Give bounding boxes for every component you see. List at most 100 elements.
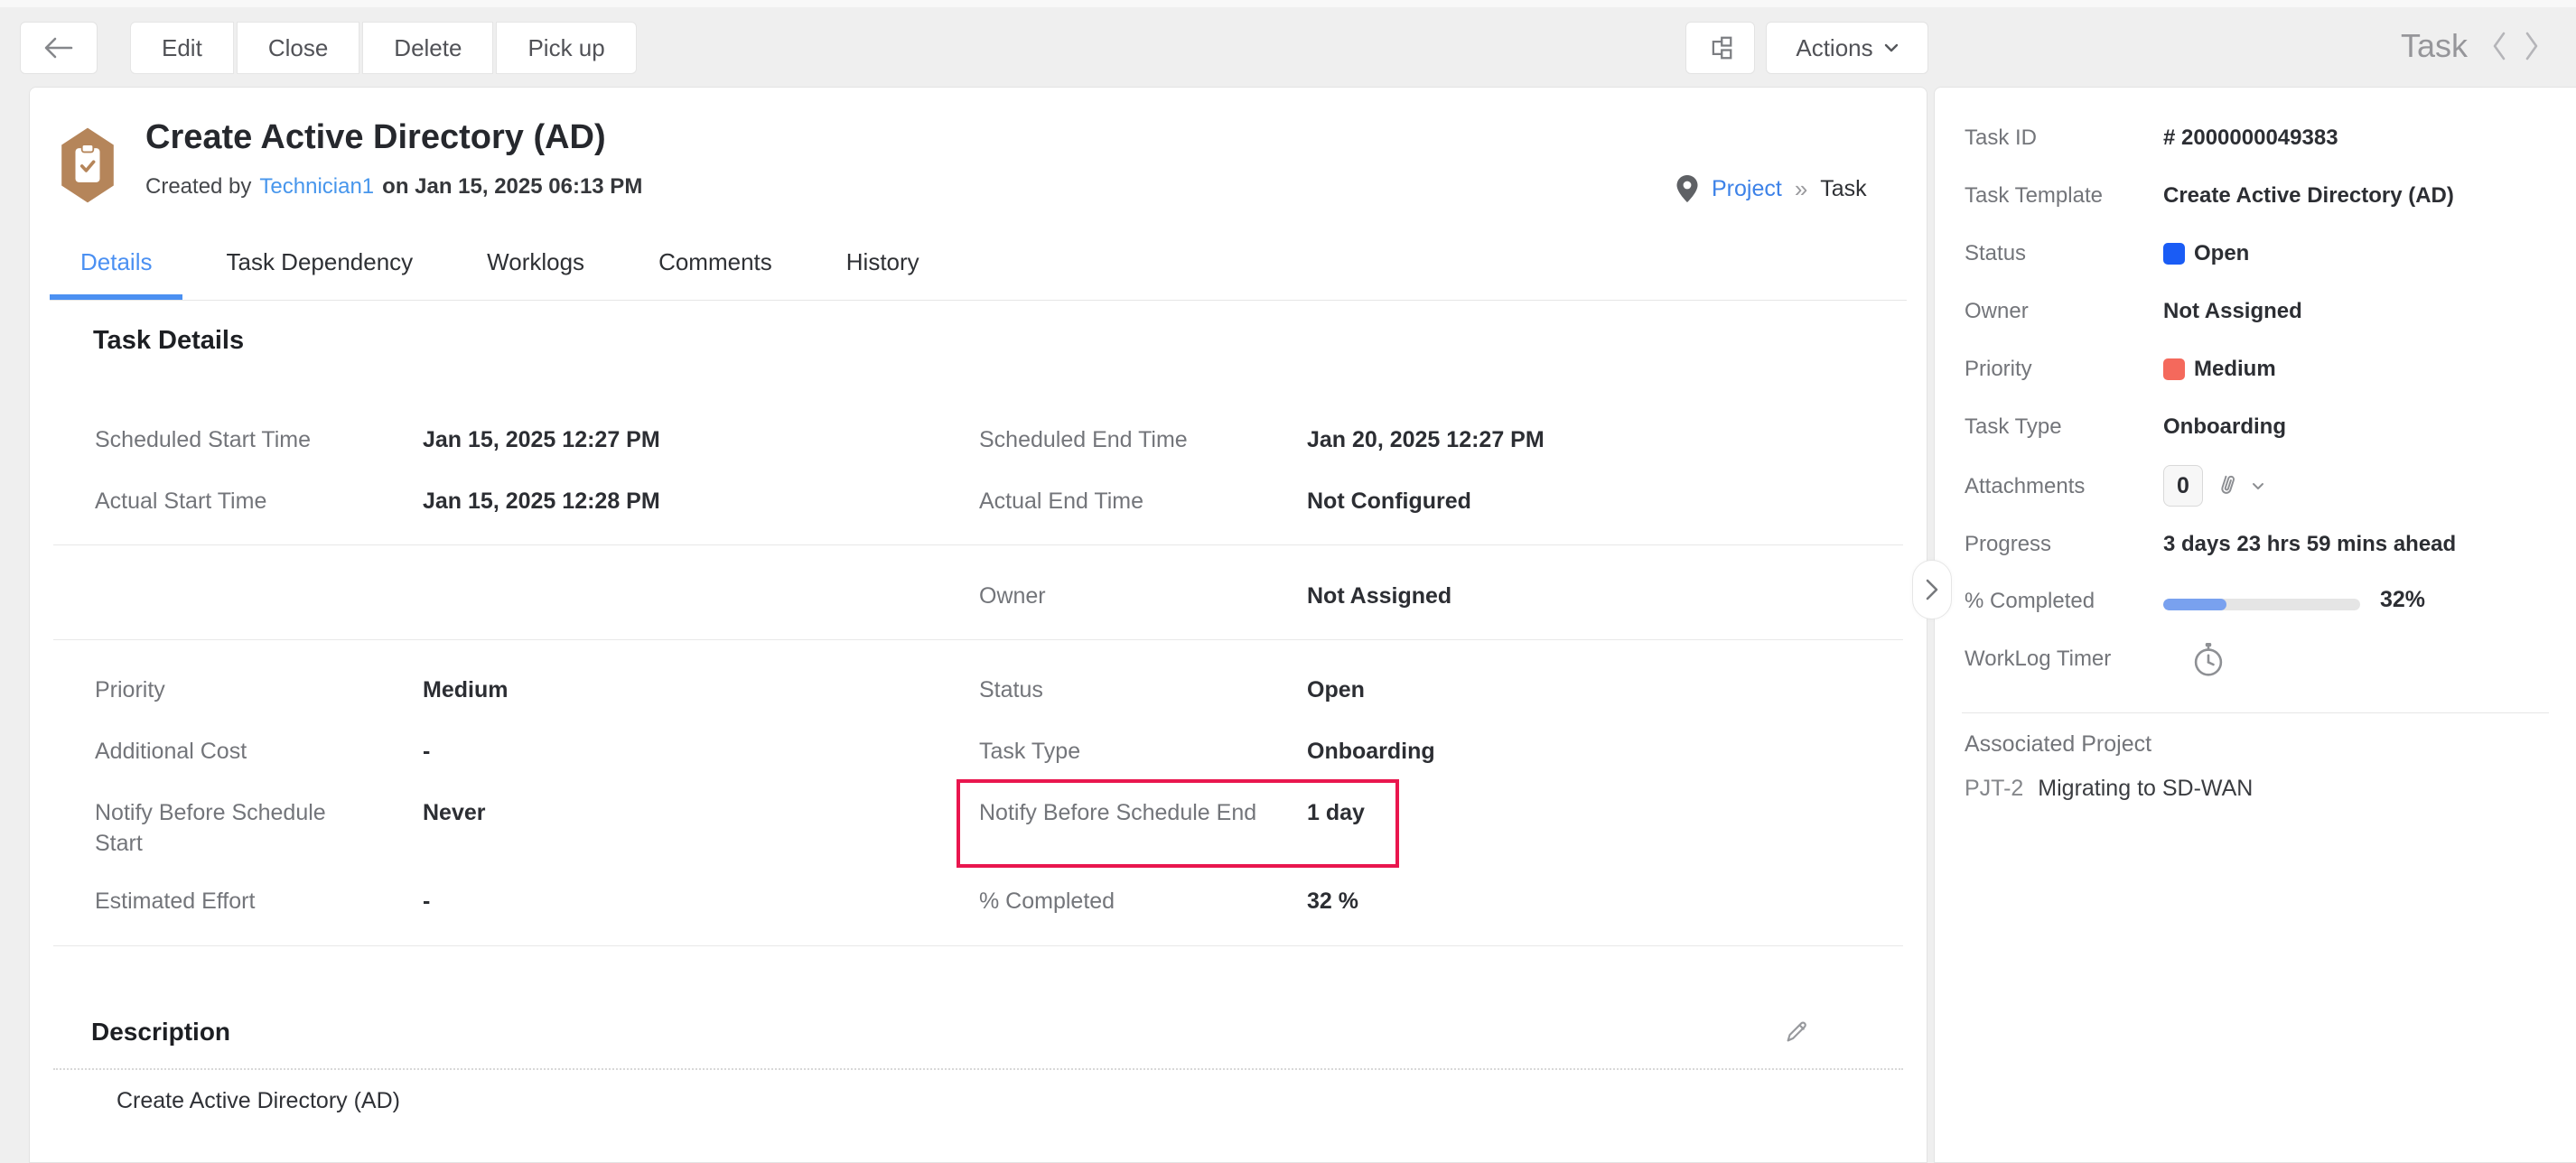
created-on-date: on Jan 15, 2025 06:13 PM xyxy=(382,174,642,200)
created-by-user-link[interactable]: Technician1 xyxy=(259,174,374,200)
sidebar-owner-label: Owner xyxy=(1965,297,2163,326)
field-additional-cost-value: - xyxy=(423,736,430,767)
field-status-value: Open xyxy=(1307,675,1365,705)
breadcrumb-current: Task xyxy=(1820,176,1866,202)
field-scheduled-start-time: Scheduled Start Time Jan 15, 2025 12:27 … xyxy=(95,424,660,455)
field-scheduled-end-time-label: Scheduled End Time xyxy=(979,424,1259,455)
sidebar-field-progress: Progress 3 days 23 hrs 59 mins ahead xyxy=(1965,530,2456,559)
attachments-dropdown[interactable]: 0 xyxy=(2163,465,2264,507)
actions-dropdown[interactable]: Actions xyxy=(1766,22,1928,74)
field-notify-before-schedule-start-value: Never xyxy=(423,797,486,859)
tab-comments[interactable]: Comments xyxy=(628,230,803,300)
sidebar-owner-value: Not Assigned xyxy=(2163,297,2302,326)
close-button[interactable]: Close xyxy=(237,22,359,74)
associated-project-label: Associated Project xyxy=(1965,731,2151,758)
status-color-square xyxy=(2163,243,2185,265)
field-notify-before-schedule-start-label: Notify Before Schedule Start xyxy=(95,797,375,859)
field-owner-value: Not Assigned xyxy=(1307,581,1451,611)
field-notify-before-schedule-end-label: Notify Before Schedule End xyxy=(979,797,1259,828)
created-by-line: Created by Technician1 on Jan 15, 2025 0… xyxy=(145,174,642,200)
actions-label: Actions xyxy=(1796,34,1872,62)
field-actual-start-time-value: Jan 15, 2025 12:28 PM xyxy=(423,486,660,516)
tab-bar: Details Task Dependency Worklogs Comment… xyxy=(50,230,1907,301)
sidebar-priority-value: Medium xyxy=(2194,355,2276,384)
associated-project-name: Migrating to SD-WAN xyxy=(2038,776,2253,802)
field-scheduled-start-time-label: Scheduled Start Time xyxy=(95,424,375,455)
sidebar-percent-completed-label: % Completed xyxy=(1965,587,2163,616)
entity-nav-label: Task xyxy=(2401,27,2468,65)
field-notify-before-schedule-end-value: 1 day xyxy=(1307,797,1365,828)
sidebar-task-type-label: Task Type xyxy=(1965,413,2163,442)
divider xyxy=(53,639,1903,640)
window-edge xyxy=(0,0,2576,7)
edit-button[interactable]: Edit xyxy=(130,22,234,74)
tree-view-button[interactable] xyxy=(1685,22,1755,74)
field-notify-before-schedule-start: Notify Before Schedule Start Never xyxy=(95,797,486,859)
field-percent-completed-label: % Completed xyxy=(979,886,1259,916)
sidebar-field-task-id: Task ID # 2000000049383 xyxy=(1965,124,2338,153)
field-additional-cost-label: Additional Cost xyxy=(95,736,375,767)
task-type-icon xyxy=(55,126,120,205)
back-arrow-icon xyxy=(42,36,75,60)
section-title-description: Description xyxy=(91,1018,230,1047)
delete-button[interactable]: Delete xyxy=(362,22,493,74)
next-task-button[interactable] xyxy=(2524,31,2540,61)
back-button[interactable] xyxy=(20,22,98,74)
paperclip-icon xyxy=(2216,472,2239,499)
task-summary-sidebar: Task ID # 2000000049383 Task Template Cr… xyxy=(1934,87,2576,1163)
tab-history[interactable]: History xyxy=(816,230,950,300)
sidebar-field-owner: Owner Not Assigned xyxy=(1965,297,2302,326)
priority-color-square xyxy=(2163,358,2185,380)
tab-task-dependency[interactable]: Task Dependency xyxy=(195,230,443,300)
divider xyxy=(53,544,1903,545)
chevron-down-icon xyxy=(1884,43,1899,52)
pencil-icon xyxy=(1783,1019,1810,1046)
previous-task-button[interactable] xyxy=(2491,31,2507,61)
chevron-down-icon xyxy=(2252,482,2264,490)
field-task-type-value: Onboarding xyxy=(1307,736,1435,767)
sidebar-status-value: Open xyxy=(2194,239,2249,268)
sidebar-field-priority: Priority Medium xyxy=(1965,355,2276,384)
sidebar-field-task-type: Task Type Onboarding xyxy=(1965,413,2286,442)
sidebar-progress-value: 3 days 23 hrs 59 mins ahead xyxy=(2163,530,2456,559)
edit-description-button[interactable] xyxy=(1777,1012,1816,1052)
field-status: Status Open xyxy=(979,675,1365,705)
sidebar-field-worklog-timer: WorkLog Timer xyxy=(1965,645,2226,679)
breadcrumb-project-link[interactable]: Project xyxy=(1712,176,1782,202)
task-detail-panel: Create Active Directory (AD) Created by … xyxy=(29,87,1927,1163)
field-priority: Priority Medium xyxy=(95,675,508,705)
sidebar-field-percent-completed: % Completed 32% xyxy=(1965,587,2425,616)
sidebar-worklog-timer-label: WorkLog Timer xyxy=(1965,645,2163,674)
breadcrumb: Project » Task xyxy=(1675,174,1867,203)
tab-worklogs[interactable]: Worklogs xyxy=(456,230,615,300)
sidebar-field-attachments: Attachments 0 xyxy=(1965,472,2264,507)
percent-completed-bar-fill xyxy=(2163,599,2226,610)
sidebar-status-label: Status xyxy=(1965,239,2163,268)
section-title-task-details: Task Details xyxy=(93,326,244,356)
associated-project-link[interactable]: PJT-2 Migrating to SD-WAN xyxy=(1965,776,2253,802)
field-priority-label: Priority xyxy=(95,675,375,705)
field-actual-end-time: Actual End Time Not Configured xyxy=(979,486,1471,516)
tab-details[interactable]: Details xyxy=(50,230,182,300)
worklog-timer-button[interactable] xyxy=(2190,641,2226,679)
sidebar-progress-label: Progress xyxy=(1965,530,2163,559)
field-estimated-effort-value: - xyxy=(423,886,430,916)
sidebar-task-id-label: Task ID xyxy=(1965,124,2163,153)
sidebar-task-type-value: Onboarding xyxy=(2163,413,2286,442)
chevron-right-icon xyxy=(1925,578,1939,601)
tree-view-icon xyxy=(1707,34,1734,61)
sidebar-attachments-label: Attachments xyxy=(1965,472,2163,501)
sidebar-collapse-button[interactable] xyxy=(1912,560,1952,619)
pickup-button[interactable]: Pick up xyxy=(496,22,636,74)
created-by-prefix: Created by xyxy=(145,174,251,200)
sidebar-priority-label: Priority xyxy=(1965,355,2163,384)
field-percent-completed-value: 32 % xyxy=(1307,886,1358,916)
field-task-type-label: Task Type xyxy=(979,736,1259,767)
field-actual-start-time: Actual Start Time Jan 15, 2025 12:28 PM xyxy=(95,486,660,516)
percent-completed-bar xyxy=(2163,599,2360,610)
location-pin-icon xyxy=(1675,174,1699,203)
top-toolbar: Edit Close Delete Pick up Actions Task xyxy=(0,7,2576,87)
field-percent-completed: % Completed 32 % xyxy=(979,886,1358,916)
field-actual-end-time-label: Actual End Time xyxy=(979,486,1259,516)
field-priority-value: Medium xyxy=(423,675,508,705)
